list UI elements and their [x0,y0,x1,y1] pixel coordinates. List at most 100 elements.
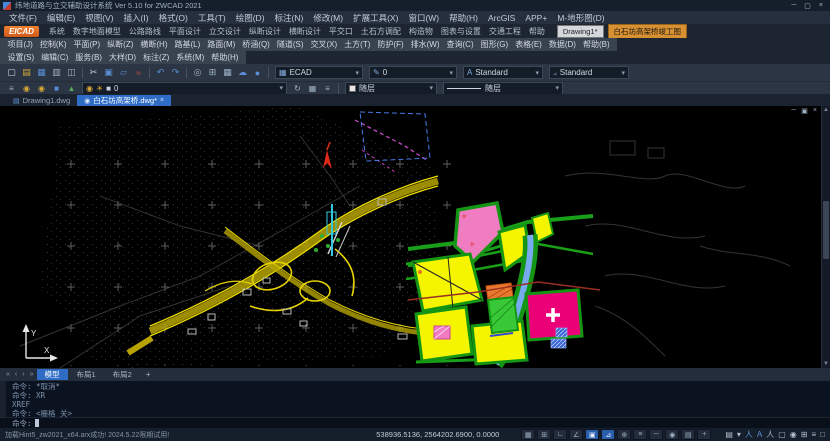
close-tab-icon[interactable]: × [160,97,164,104]
isolate-objects-icon[interactable]: ◉ [790,430,797,439]
menu-item-arcgis[interactable]: ArcGIS [483,13,520,23]
hint-item-intersection[interactable]: 交叉(X) [307,39,341,50]
menu-item-file[interactable]: 文件(F) [4,12,42,24]
layer-isolate-icon[interactable]: ▦ [305,83,320,94]
prev-tab-icon[interactable]: ‹ [13,371,19,378]
scale-list-icon[interactable]: ▾ [737,430,741,439]
customize-icon[interactable]: ≡ [811,430,816,439]
lineweight-toggle[interactable]: ─ [649,429,663,440]
hint-item-project[interactable]: 项目(J) [4,39,36,50]
scrollbar-thumb[interactable] [823,201,829,259]
hint-item-control[interactable]: 控制(K) [36,39,70,50]
render-icon[interactable]: ● [250,66,265,80]
sub-item-detail[interactable]: 大样(D) [105,52,139,63]
menu-item-window[interactable]: 窗口(W) [403,12,444,24]
eicad-item-dtm[interactable]: 数字地面模型 [69,26,125,37]
color-control-dropdown[interactable]: 随层 ▾ [345,82,437,95]
snap-toggle[interactable]: ▦ [521,429,535,440]
eicad-item-plan[interactable]: 平面设计 [165,26,205,37]
model-space-icon[interactable]: ▤ [725,430,733,439]
next-tab-icon[interactable]: › [20,371,26,378]
grid-toggle[interactable]: ⊞ [537,429,551,440]
style-control-dropdown[interactable]: ✎ 0 ▾ [369,66,457,79]
viewport-restore-button[interactable]: ▣ [801,107,808,115]
viewport-minimize-button[interactable]: ─ [791,107,796,115]
eicad-item-interchange[interactable]: 立交设计 [205,26,245,37]
menu-item-insert[interactable]: 插入(I) [119,12,154,24]
menu-item-modify[interactable]: 修改(M) [308,12,348,24]
workspace-icon[interactable]: 人 [766,429,774,440]
eicad-item-structures[interactable]: 构造物 [405,26,437,37]
viewport-close-button[interactable]: × [813,107,817,115]
layer-properties-icon[interactable]: ≡ [4,83,19,94]
grid-display-icon[interactable]: ▦ [220,66,235,80]
hint-item-subgrade[interactable]: 路基(L) [171,39,204,50]
save-icon[interactable]: ▦ [34,66,49,80]
layer-match-icon[interactable]: ≡ [320,83,335,94]
hint-item-bridge[interactable]: 桥涵(Q) [239,39,274,50]
hint-item-tables[interactable]: 表格(E) [512,39,546,50]
hint-item-cross-section[interactable]: 横断(H) [137,39,171,50]
hint-item-help[interactable]: 帮助(B) [579,39,613,50]
hint-item-data[interactable]: 数据(D) [545,39,579,50]
scroll-down-icon[interactable]: ▼ [823,360,829,368]
tab-layout2[interactable]: 布局2 [105,369,140,380]
hint-item-tunnel[interactable]: 隧道(S) [273,39,307,50]
redo-icon[interactable]: ↷ [168,66,183,80]
osnap-toggle[interactable]: ▣ [585,429,599,440]
annotation-toggle[interactable]: + [697,429,711,440]
hint-item-pavement[interactable]: 路面(M) [204,39,239,50]
plot-icon[interactable]: ▥ [49,66,64,80]
menu-item-m-terrain[interactable]: M-地形图(D) [552,12,609,24]
eicad-item-traffic[interactable]: 交通工程 [485,26,525,37]
eicad-item-cross-section[interactable]: 横断设计 [285,26,325,37]
ortho-toggle[interactable]: ∟ [553,429,567,440]
find-icon[interactable]: ◎ [190,66,205,80]
sub-item-service[interactable]: 服务(B) [72,52,106,63]
layer-states-icon[interactable]: ◉ [19,83,34,94]
ducs-toggle[interactable]: ⊕ [617,429,631,440]
hint-item-plan[interactable]: 平面(P) [70,39,104,50]
eicad-item-system[interactable]: 系统 [45,26,69,37]
menu-item-dimension[interactable]: 标注(N) [270,12,309,24]
menu-item-app-plus[interactable]: APP+ [520,13,552,23]
tab-model[interactable]: 模型 [37,369,68,380]
eicad-active-doc-tab[interactable]: 白石坊高架桥竣工图 [608,24,688,39]
last-tab-icon[interactable]: » [28,371,36,378]
dim-style-dropdown[interactable]: ⟓ Standard ▾ [549,66,629,79]
menu-item-draw[interactable]: 绘图(D) [231,12,270,24]
cycling-toggle[interactable]: ▤ [681,429,695,440]
menu-item-tools[interactable]: 工具(T) [193,12,231,24]
eicad-item-charts[interactable]: 图表与设置 [437,26,485,37]
add-layout-button[interactable]: + [141,370,156,379]
linetype-control-dropdown[interactable]: 随层 ▾ [443,82,563,95]
hardware-accel-icon[interactable]: ⊞ [801,430,808,439]
hint-item-protection[interactable]: 防护(F) [374,39,407,50]
minimize-button[interactable]: ─ [791,2,796,10]
eicad-item-route[interactable]: 公路路线 [125,26,165,37]
lock-ui-icon[interactable]: ▢ [778,430,786,439]
transparency-toggle[interactable]: ◉ [665,429,679,440]
sub-item-edit[interactable]: 编辑(C) [38,52,72,63]
new-icon[interactable]: ▢ [4,66,19,80]
copy-icon[interactable]: ▣ [101,66,116,80]
eicad-item-earthwork[interactable]: 土石方调配 [357,26,405,37]
hint-item-profile[interactable]: 纵断(Z) [104,39,137,50]
layer-freeze-icon[interactable]: ■ [49,83,64,94]
command-input[interactable]: 命令: [0,417,830,428]
doc-tab-drawing1[interactable]: ▤ Drawing1.dwg [6,95,77,106]
close-button[interactable]: × [819,2,823,10]
sub-item-settings[interactable]: 设置(S) [4,52,38,63]
hint-item-drainage[interactable]: 排水(W) [407,39,443,50]
sub-item-help[interactable]: 帮助(H) [208,52,242,63]
tab-layout1[interactable]: 布局1 [69,369,104,380]
cut-icon[interactable]: ✂ [86,66,101,80]
vertical-scrollbar[interactable]: ▲ ▼ [821,106,830,368]
fullscreen-icon[interactable]: □ [820,430,825,439]
eicad-item-intersection[interactable]: 平交口 [325,26,357,37]
eicad-item-profile[interactable]: 纵断设计 [245,26,285,37]
annotation-visibility-icon[interactable]: 人 [745,429,753,440]
layer-previous-icon[interactable]: ↻ [290,83,305,94]
menu-item-format[interactable]: 格式(O) [154,12,193,24]
undo-icon[interactable]: ↶ [153,66,168,80]
